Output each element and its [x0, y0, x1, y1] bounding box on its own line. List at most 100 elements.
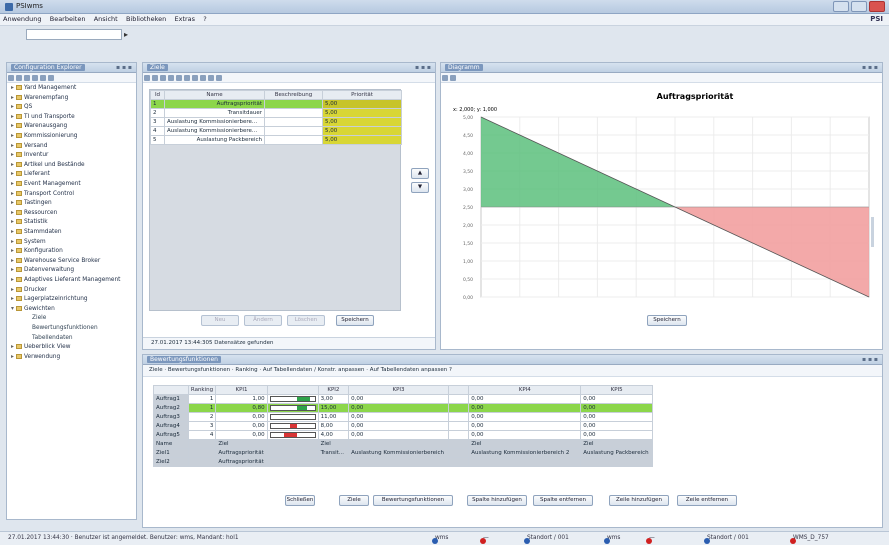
close-button[interactable]: [869, 1, 885, 12]
tree-node[interactable]: ▸ Statistik: [11, 219, 48, 228]
tree-tool-icon[interactable]: [32, 75, 38, 81]
close-button[interactable]: Schließen: [285, 495, 315, 506]
col-name[interactable]: Name: [164, 90, 265, 100]
tree-node[interactable]: ▸ System: [11, 238, 46, 248]
tree-tool-icon[interactable]: [8, 75, 14, 81]
command-input[interactable]: [26, 29, 122, 40]
col-priority[interactable]: Priorität: [322, 90, 402, 100]
tool-icon[interactable]: [160, 75, 166, 81]
cell-priority[interactable]: 5,00: [322, 99, 402, 109]
tool-icon[interactable]: [176, 75, 182, 81]
edit-button[interactable]: Ändern: [244, 315, 282, 326]
table-row[interactable]: 3 Auslastung Kommissionierbere... 5,00: [150, 117, 402, 127]
tree-node[interactable]: ▸ Ressourcen: [11, 209, 57, 219]
tree-node[interactable]: ▸ Lagerplatzeinrichtung: [11, 296, 88, 305]
tab-ranking[interactable]: Ranking: [235, 367, 257, 373]
menu-ansicht[interactable]: Ansicht: [91, 14, 121, 24]
save-button[interactable]: Speichern: [336, 315, 374, 326]
targets-header-buttons[interactable]: ▪ ▪ ▪: [415, 64, 431, 71]
table-row[interactable]: 4 Auslastung Kommissionierbere... 5,00: [150, 126, 402, 136]
tab-bewertungsfunktionen[interactable]: Bewertungsfunktionen: [168, 367, 230, 373]
tree-node[interactable]: ▸ Verwendung: [11, 353, 60, 363]
cell-priority[interactable]: 5,00: [322, 126, 402, 136]
table-row[interactable]: 5 Auslastung Packbereich 5,00: [150, 135, 402, 145]
tree-node[interactable]: ▸ QS: [11, 104, 32, 113]
tree-node[interactable]: ▾ Gewichten: [11, 305, 55, 315]
status-item[interactable]: Standort / 001: [704, 535, 749, 544]
eval-col-header[interactable]: KPI3: [348, 385, 449, 395]
menu-bibliotheken[interactable]: Bibliotheken: [123, 14, 169, 24]
chart-header-buttons[interactable]: ▪ ▪ ▪: [862, 64, 878, 71]
tree-node[interactable]: ▸ Tastingen: [11, 200, 52, 209]
status-item[interactable]: wms: [432, 535, 448, 544]
tree-node[interactable]: ▸ Event Management: [11, 181, 81, 190]
add-row-button[interactable]: Zeile hinzufügen: [609, 495, 669, 506]
cell-priority[interactable]: 5,00: [322, 117, 402, 127]
tab-table-adjust[interactable]: Auf Tabellendaten anpassen: [370, 367, 448, 373]
tree-node[interactable]: ▸ Yard Management: [11, 85, 76, 94]
tool-icon[interactable]: [168, 75, 174, 81]
evaluation-header-buttons[interactable]: ▪ ▪ ▪: [862, 356, 878, 363]
cell-priority[interactable]: 5,00: [322, 108, 402, 118]
menu-help[interactable]: ?: [200, 14, 209, 24]
eval-col-header[interactable]: [153, 385, 189, 395]
tree-node[interactable]: ▸ Stammdaten: [11, 229, 62, 238]
tree-node[interactable]: ▸ Artikel und Bestände: [11, 161, 85, 171]
tree-node[interactable]: ▸ Inventur: [11, 152, 48, 161]
tree-node[interactable]: ▸ Datenverwaltung: [11, 267, 74, 276]
status-item[interactable]: wms: [604, 535, 620, 544]
chart-save-button[interactable]: Speichern: [647, 315, 687, 326]
col-id[interactable]: Id: [150, 90, 165, 100]
tree-node[interactable]: Ziele: [27, 315, 46, 324]
tool-icon[interactable]: [450, 75, 456, 81]
status-item[interactable]: —: [480, 535, 489, 544]
tree-header-buttons[interactable]: ▪ ▪ ▪: [116, 64, 132, 71]
tree-node[interactable]: ▸ Adaptives Lieferant Management: [11, 277, 120, 286]
tree-node[interactable]: ▸ Transport Control: [11, 190, 74, 200]
tree-node[interactable]: ▸ Warehouse Service Broker: [11, 257, 100, 267]
table-row[interactable]: 2 Transitdauer 5,00: [150, 108, 402, 118]
tree-tool-icon[interactable]: [40, 75, 46, 81]
remove-column-button[interactable]: Spalte entfernen: [533, 495, 593, 506]
tree-tool-icon[interactable]: [24, 75, 30, 81]
eval-col-header[interactable]: KPI1: [215, 385, 268, 395]
tree-node[interactable]: ▸ Warenausgang: [11, 123, 67, 132]
move-down-button[interactable]: ▼: [411, 182, 429, 193]
tree-node[interactable]: ▸ Ueberblick View: [11, 344, 70, 353]
tool-icon[interactable]: [208, 75, 214, 81]
eval-col-header[interactable]: [447, 385, 470, 395]
tool-icon[interactable]: [184, 75, 190, 81]
tree-node[interactable]: ▸ Drucker: [11, 286, 47, 296]
tool-icon[interactable]: [200, 75, 206, 81]
go-arrow-icon[interactable]: ▸: [124, 30, 128, 39]
table-row[interactable]: Auftrag2 1 0,80 15,00 0,00 0,00 0,00: [153, 403, 653, 413]
add-column-button[interactable]: Spalte hinzufügen: [467, 495, 527, 506]
remove-row-button[interactable]: Zeile entfernen: [677, 495, 737, 506]
tree-node[interactable]: Bewertungsfunktionen: [27, 325, 98, 334]
tool-icon[interactable]: [192, 75, 198, 81]
tool-icon[interactable]: [152, 75, 158, 81]
menu-extras[interactable]: Extras: [171, 14, 198, 24]
status-item[interactable]: —: [646, 535, 655, 544]
new-button[interactable]: Neu: [201, 315, 239, 326]
table-row[interactable]: 1 Auftragspriorität 5,00: [150, 99, 402, 109]
status-item[interactable]: Standort / 001: [524, 535, 569, 544]
eval-col-header[interactable]: KPI2: [317, 385, 350, 395]
cell-priority[interactable]: 5,00: [322, 135, 402, 145]
status-item[interactable]: WMS_D_757: [790, 535, 829, 544]
table-row[interactable]: Auftrag1 1 1,00 3,00 0,00 0,00 0,00: [153, 394, 653, 404]
tree-node[interactable]: ▸ Konfiguration: [11, 248, 63, 257]
menu-bearbeiten[interactable]: Bearbeiten: [47, 14, 89, 24]
tree-tool-icon[interactable]: [16, 75, 22, 81]
tab-constraint-adjust[interactable]: Auf Tabellendaten / Konstr. anpassen: [263, 367, 365, 373]
evaluation-functions-button[interactable]: Bewertungsfunktionen: [373, 495, 453, 506]
tool-icon[interactable]: [216, 75, 222, 81]
move-up-button[interactable]: ▲: [411, 168, 429, 179]
delete-button[interactable]: Löschen: [287, 315, 325, 326]
targets-button[interactable]: Ziele: [339, 495, 369, 506]
menu-anwendung[interactable]: Anwendung: [0, 14, 45, 24]
tab-ziele[interactable]: Ziele: [149, 367, 163, 373]
maximize-button[interactable]: [851, 1, 867, 12]
eval-col-header[interactable]: Ranking: [187, 385, 217, 395]
minimize-button[interactable]: [833, 1, 849, 12]
